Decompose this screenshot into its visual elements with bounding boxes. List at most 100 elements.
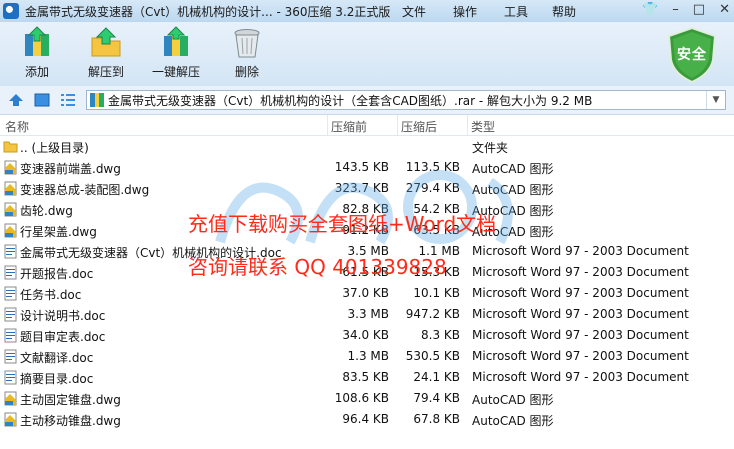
word-doc-icon <box>4 265 17 280</box>
list-item[interactable]: 金属带式无级变速器（Cvt）机械机构的设计.doc 3.5 MB 1.1 MB … <box>0 241 734 262</box>
size-after: 113.5 KB <box>405 160 460 174</box>
file-type: Microsoft Word 97 - 2003 Document <box>472 328 689 342</box>
one-click-extract-button[interactable]: 一键解压 <box>152 26 200 80</box>
file-type: AutoCAD 图形 <box>472 414 554 428</box>
size-before: 37.0 KB <box>342 286 389 300</box>
column-header: 名称 压缩前 压缩后 类型 <box>0 115 734 136</box>
size-after: 947.2 KB <box>405 307 460 321</box>
file-type: Microsoft Word 97 - 2003 Document <box>472 370 689 384</box>
delete-label: 删除 <box>234 65 259 79</box>
file-name: 变速器总成-装配图.dwg <box>20 183 150 197</box>
size-after: 67.8 KB <box>413 412 460 426</box>
list-item[interactable]: 题目审定表.doc 34.0 KB 8.3 KB Microsoft Word … <box>0 325 734 346</box>
security-label: 安全 <box>677 47 707 63</box>
file-name: 金属带式无级变速器（Cvt）机械机构的设计.doc <box>20 246 282 260</box>
size-before: 34.0 KB <box>342 328 389 342</box>
one-click-extract-icon <box>164 26 188 56</box>
list-item[interactable]: 齿轮.dwg 82.8 KB 54.2 KB AutoCAD 图形 <box>0 199 734 220</box>
window-title: 金属带式无级变速器（Cvt）机械机构的设计... - 360压缩 3.2正式版 <box>25 4 391 19</box>
size-after: 530.5 KB <box>405 349 460 363</box>
archive-path-text: 金属带式无级变速器（Cvt）机械机构的设计（全套含CAD图纸）.rar - 解包… <box>108 93 593 108</box>
size-before: 61.5 KB <box>342 265 389 279</box>
size-after: 79.4 KB <box>413 391 460 405</box>
archive-path-field[interactable]: 金属带式无级变速器（Cvt）机械机构的设计（全套含CAD图纸）.rar - 解包… <box>86 90 726 110</box>
file-type: AutoCAD 图形 <box>472 183 554 197</box>
size-before: 323.7 KB <box>334 181 389 195</box>
delete-button[interactable]: 删除 <box>230 26 264 80</box>
list-item[interactable]: 主动固定锥盘.dwg 108.6 KB 79.4 KB AutoCAD 图形 <box>0 388 734 409</box>
file-name: 主动固定锥盘.dwg <box>20 393 121 407</box>
size-before: 3.3 MB <box>347 307 389 321</box>
skin-shirt-icon[interactable]: 👕 <box>642 2 658 17</box>
column-divider[interactable] <box>397 115 398 135</box>
list-item[interactable]: 变速器前端盖.dwg 143.5 KB 113.5 KB AutoCAD 图形 <box>0 157 734 178</box>
column-compressed-before[interactable]: 压缩前 <box>331 118 367 135</box>
up-arrow-icon[interactable] <box>8 92 24 108</box>
column-name[interactable]: 名称 <box>5 118 29 135</box>
list-item[interactable]: 摘要目录.doc 83.5 KB 24.1 KB Microsoft Word … <box>0 367 734 388</box>
menu-operate[interactable]: 操作 <box>453 3 477 20</box>
add-label: 添加 <box>24 65 49 79</box>
maximize-button[interactable]: □ <box>693 2 705 17</box>
file-type: AutoCAD 图形 <box>472 162 554 176</box>
word-doc-icon <box>4 328 17 343</box>
size-before: 3.5 MB <box>347 244 389 258</box>
dwg-file-icon <box>4 391 17 406</box>
size-after: 10.1 KB <box>413 286 460 300</box>
size-before: 108.6 KB <box>334 391 389 405</box>
size-after: 279.4 KB <box>405 181 460 195</box>
add-button[interactable]: 添加 <box>20 26 54 80</box>
path-dropdown-button[interactable]: ▼ <box>706 91 725 109</box>
size-before: 91.2 KB <box>342 223 389 237</box>
size-before: 83.5 KB <box>342 370 389 384</box>
file-type: Microsoft Word 97 - 2003 Document <box>472 265 689 279</box>
large-icon-view-icon[interactable] <box>34 92 50 108</box>
list-item[interactable]: 主动移动锥盘.dwg 96.4 KB 67.8 KB AutoCAD 图形 <box>0 409 734 430</box>
menu-help[interactable]: 帮助 <box>552 3 576 20</box>
size-after: 15.3 KB <box>413 265 460 279</box>
file-type: AutoCAD 图形 <box>472 393 554 407</box>
size-after: 8.3 KB <box>421 328 460 342</box>
dwg-file-icon <box>4 181 17 196</box>
menu-tools[interactable]: 工具 <box>504 3 528 20</box>
column-compressed-after[interactable]: 压缩后 <box>401 118 437 135</box>
extract-to-icon <box>91 27 121 57</box>
size-after: 1.1 MB <box>418 244 460 258</box>
file-name: 行星架盖.dwg <box>20 225 97 239</box>
minimize-button[interactable]: – <box>672 2 679 17</box>
menu-file[interactable]: 文件 <box>402 3 426 20</box>
security-badge[interactable]: 安全 <box>666 26 718 84</box>
list-item[interactable]: .. (上级目录) 文件夹 <box>0 136 734 157</box>
detail-view-icon[interactable] <box>60 92 76 108</box>
close-button[interactable]: ✕ <box>719 2 730 17</box>
list-item[interactable]: 设计说明书.doc 3.3 MB 947.2 KB Microsoft Word… <box>0 304 734 325</box>
size-before: 96.4 KB <box>342 412 389 426</box>
extract-to-label: 解压到 <box>88 65 125 79</box>
size-after: 54.2 KB <box>413 202 460 216</box>
word-doc-icon <box>4 307 17 322</box>
column-divider[interactable] <box>327 115 328 135</box>
list-item[interactable]: 文献翻译.doc 1.3 MB 530.5 KB Microsoft Word … <box>0 346 734 367</box>
list-item[interactable]: 变速器总成-装配图.dwg 323.7 KB 279.4 KB AutoCAD … <box>0 178 734 199</box>
file-name: .. (上级目录) <box>20 141 89 155</box>
folder-icon <box>3 141 18 153</box>
extract-to-button[interactable]: 解压到 <box>88 26 124 80</box>
rar-archive-icon <box>90 93 104 107</box>
file-name: 任务书.doc <box>20 288 82 302</box>
list-item[interactable]: 行星架盖.dwg 91.2 KB 63.5 KB AutoCAD 图形 <box>0 220 734 241</box>
add-archive-icon <box>25 26 49 56</box>
list-item[interactable]: 开题报告.doc 61.5 KB 15.3 KB Microsoft Word … <box>0 262 734 283</box>
word-doc-icon <box>4 244 17 259</box>
toolbar: 添加 解压到 一键解压 删除 <box>0 22 734 87</box>
file-name: 设计说明书.doc <box>20 309 106 323</box>
one-click-extract-label: 一键解压 <box>152 65 201 79</box>
column-type[interactable]: 类型 <box>471 118 495 135</box>
list-item[interactable]: 任务书.doc 37.0 KB 10.1 KB Microsoft Word 9… <box>0 283 734 304</box>
column-divider[interactable] <box>467 115 468 135</box>
size-after: 24.1 KB <box>413 370 460 384</box>
file-name: 题目审定表.doc <box>20 330 106 344</box>
file-name: 主动移动锥盘.dwg <box>20 414 121 428</box>
title-bar: 金属带式无级变速器（Cvt）机械机构的设计... - 360压缩 3.2正式版 … <box>0 0 734 22</box>
word-doc-icon <box>4 286 17 301</box>
file-name: 开题报告.doc <box>20 267 94 281</box>
